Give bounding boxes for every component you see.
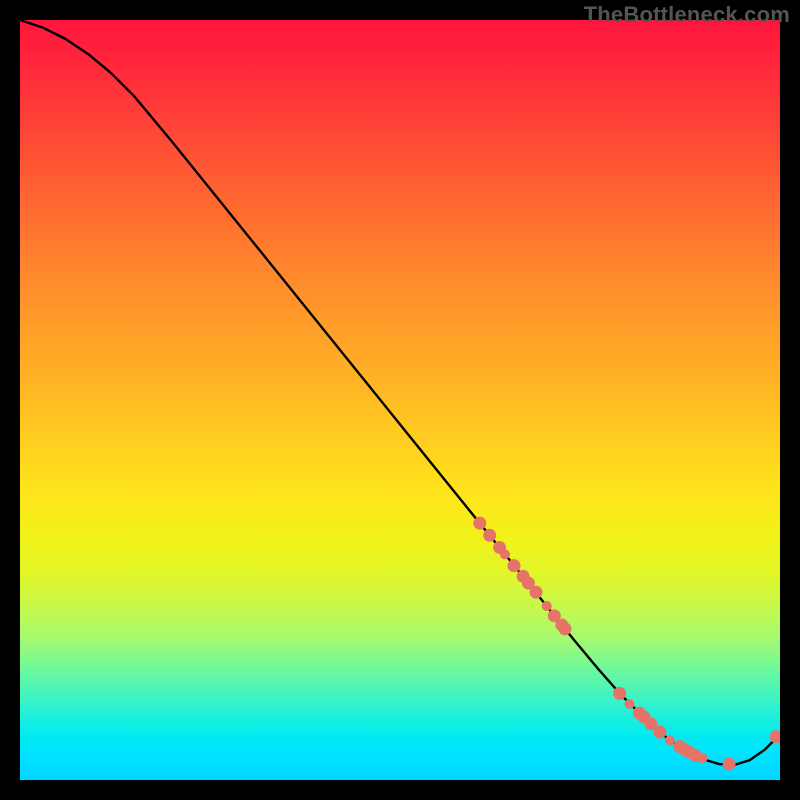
data-marker: [483, 529, 496, 542]
bottleneck-curve: [20, 20, 780, 765]
data-marker: [665, 735, 675, 745]
marker-layer: [473, 517, 780, 771]
data-marker: [613, 687, 626, 700]
data-marker: [770, 730, 780, 743]
data-marker: [558, 622, 571, 635]
data-marker: [723, 758, 736, 771]
chart-stage: TheBottleneck.com: [0, 0, 800, 800]
attribution-label: TheBottleneck.com: [584, 2, 790, 28]
data-marker: [508, 559, 521, 572]
data-marker: [542, 601, 552, 611]
plot-svg: [20, 20, 780, 780]
data-marker: [697, 753, 707, 763]
data-marker: [530, 586, 543, 599]
data-marker: [625, 699, 635, 709]
data-marker: [653, 726, 666, 739]
data-marker: [500, 549, 510, 559]
data-marker: [473, 517, 486, 530]
